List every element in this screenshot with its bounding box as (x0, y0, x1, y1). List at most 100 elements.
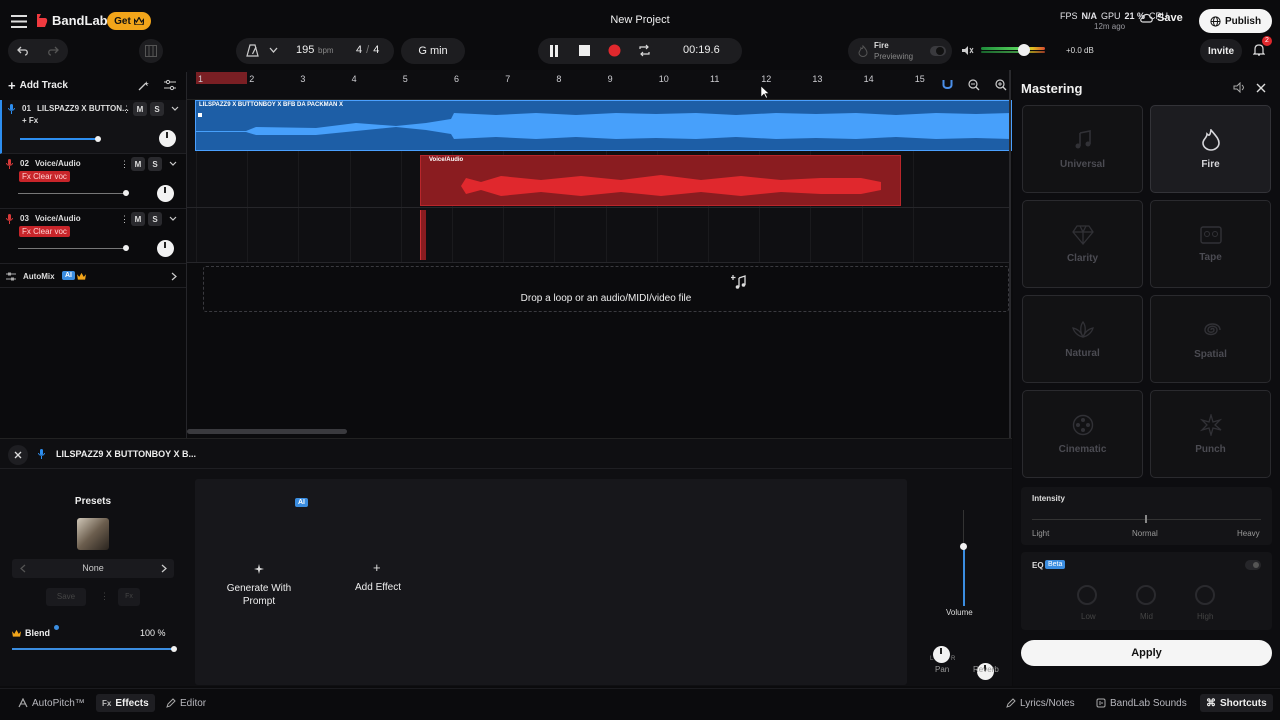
fx-preset-button[interactable]: Fx (118, 588, 140, 606)
horizontal-scrollbar[interactable] (187, 429, 347, 434)
metronome-icon[interactable] (246, 44, 259, 57)
solo-button[interactable]: S (148, 212, 162, 226)
speaker-icon[interactable] (961, 45, 974, 56)
track-header-3[interactable]: 03 Voice/Audio ⋮ M S Fx Clear voc (0, 210, 186, 264)
track-header-1[interactable]: 01 LILSPAZZ9 X BUTTON... ⋮ M S + Fx (0, 100, 186, 154)
preset-thumbnail[interactable] (77, 518, 109, 550)
pan-knob[interactable] (933, 646, 950, 663)
mute-button[interactable]: M (131, 212, 145, 226)
mastering-toggle[interactable]: Fire Previewing (848, 38, 952, 64)
preset-selector[interactable]: None (12, 559, 174, 578)
piano-roll-button[interactable] (139, 39, 163, 63)
zoom-in-icon[interactable] (995, 79, 1007, 91)
pause-icon[interactable] (549, 45, 559, 57)
chevron-down-icon[interactable] (169, 161, 177, 166)
fx-badge[interactable]: Fx Clear voc (19, 226, 70, 237)
add-fx-button[interactable]: + Fx (22, 116, 38, 125)
get-membership-button[interactable]: Get (107, 12, 151, 30)
automix-row[interactable]: AutoMix AI (0, 266, 186, 288)
generate-with-prompt-button[interactable]: Generate With Prompt (214, 560, 304, 610)
solo-button[interactable]: S (150, 102, 164, 116)
master-volume-slider[interactable] (981, 44, 1045, 56)
track-header-2[interactable]: 02 Voice/Audio ⋮ M S Fx Clear voc (0, 155, 186, 209)
mastering-preset-universal[interactable]: Universal (1022, 105, 1143, 193)
intensity-thumb[interactable] (1145, 515, 1147, 523)
eq-low-knob[interactable] (1077, 585, 1097, 605)
pan-knob[interactable] (157, 240, 174, 257)
effects-tab[interactable]: Fx Effects (96, 694, 155, 712)
clip-handle[interactable] (198, 113, 202, 117)
loop-icon[interactable] (638, 44, 651, 57)
stop-icon[interactable] (579, 45, 590, 56)
shortcuts-tab[interactable]: ⌘ Shortcuts (1200, 694, 1273, 712)
chevron-down-icon[interactable] (169, 216, 177, 221)
audio-clip-1[interactable]: LILSPAZZ9 X BUTTONBOY X BFB DA PACKMAN X (195, 100, 1012, 151)
more-options-icon[interactable]: ⋮ (100, 591, 109, 602)
mastering-preset-cinematic[interactable]: Cinematic (1022, 390, 1143, 478)
mute-button[interactable]: M (133, 102, 147, 116)
mastering-preset-natural[interactable]: Natural (1022, 295, 1143, 383)
publish-button[interactable]: Publish (1199, 9, 1272, 33)
track-volume-slider[interactable] (18, 245, 129, 251)
menu-icon[interactable] (10, 13, 28, 29)
bandlab-logo[interactable]: BandLab (35, 13, 108, 28)
track-volume-slider[interactable] (20, 135, 101, 142)
magic-wand-icon[interactable] (138, 80, 149, 91)
track-name[interactable]: Voice/Audio (35, 214, 81, 223)
solo-button[interactable]: S (148, 157, 162, 171)
notifications-button[interactable]: 2 (1253, 36, 1272, 57)
fx-badge[interactable]: Fx Clear voc (19, 171, 70, 182)
track-name[interactable]: LILSPAZZ9 X BUTTON... (37, 104, 129, 113)
more-options-icon[interactable]: ⋮ (120, 214, 129, 225)
track-volume-slider[interactable] (18, 190, 129, 196)
track-name[interactable]: Voice/Audio (35, 159, 81, 168)
invite-button[interactable]: Invite (1200, 39, 1242, 63)
time-signature[interactable]: 4 / 4 (356, 44, 379, 56)
record-icon[interactable] (608, 44, 621, 57)
project-title[interactable]: New Project (560, 14, 720, 26)
add-track-button[interactable]: + Add Track (8, 78, 68, 93)
volume-fader-thumb[interactable] (960, 543, 967, 550)
chevron-down-icon[interactable] (269, 47, 278, 53)
audio-clip-3[interactable] (420, 210, 426, 260)
redo-icon[interactable] (47, 46, 59, 56)
timeline-ruler[interactable] (187, 70, 1010, 100)
mastering-switch[interactable] (930, 46, 946, 56)
mastering-preset-tape[interactable]: Tape (1150, 200, 1271, 288)
blend-slider[interactable] (12, 646, 177, 652)
drop-zone[interactable]: Drop a loop or an audio/MIDI/video file (203, 266, 1009, 312)
snap-icon[interactable] (942, 79, 953, 91)
save-button[interactable]: Save (1140, 12, 1183, 24)
chevron-right-icon[interactable] (171, 272, 177, 281)
zoom-out-icon[interactable] (968, 79, 980, 91)
apply-button[interactable]: Apply (1021, 640, 1272, 666)
close-icon[interactable] (1256, 83, 1266, 93)
blend-slider-thumb[interactable] (171, 646, 177, 652)
lyrics-notes-tab[interactable]: Lyrics/Notes (1006, 694, 1075, 712)
loop-region[interactable] (196, 72, 247, 84)
eq-high-knob[interactable] (1195, 585, 1215, 605)
bandlab-sounds-tab[interactable]: BandLab Sounds (1096, 694, 1187, 712)
undo-icon[interactable] (17, 46, 29, 56)
mastering-preset-fire[interactable]: Fire (1150, 105, 1271, 193)
editor-tab[interactable]: Editor (166, 694, 206, 712)
chevron-down-icon[interactable] (171, 106, 179, 111)
save-preset-button[interactable]: Save (46, 588, 86, 606)
mastering-preset-spatial[interactable]: Spatial (1150, 295, 1271, 383)
close-effects-button[interactable] (8, 445, 28, 465)
autopitch-tab[interactable]: AutoPitch™ (18, 694, 85, 712)
eq-mid-knob[interactable] (1136, 585, 1156, 605)
more-options-icon[interactable]: ⋮ (120, 159, 129, 170)
pan-knob[interactable] (159, 130, 176, 147)
add-effect-button[interactable]: + Add Effect (345, 560, 411, 600)
audio-clip-2[interactable]: Voice/Audio (420, 155, 901, 206)
bpm-value[interactable]: 195 (296, 44, 314, 56)
mute-button[interactable]: M (131, 157, 145, 171)
chevron-right-icon[interactable] (161, 564, 167, 573)
mastering-preset-punch[interactable]: Punch (1150, 390, 1271, 478)
volume-fader[interactable] (947, 510, 981, 606)
mastering-preset-clarity[interactable]: Clarity (1022, 200, 1143, 288)
master-volume-thumb[interactable] (1018, 44, 1030, 56)
key-selector[interactable]: G min (401, 38, 465, 64)
track-settings-icon[interactable] (164, 79, 176, 91)
